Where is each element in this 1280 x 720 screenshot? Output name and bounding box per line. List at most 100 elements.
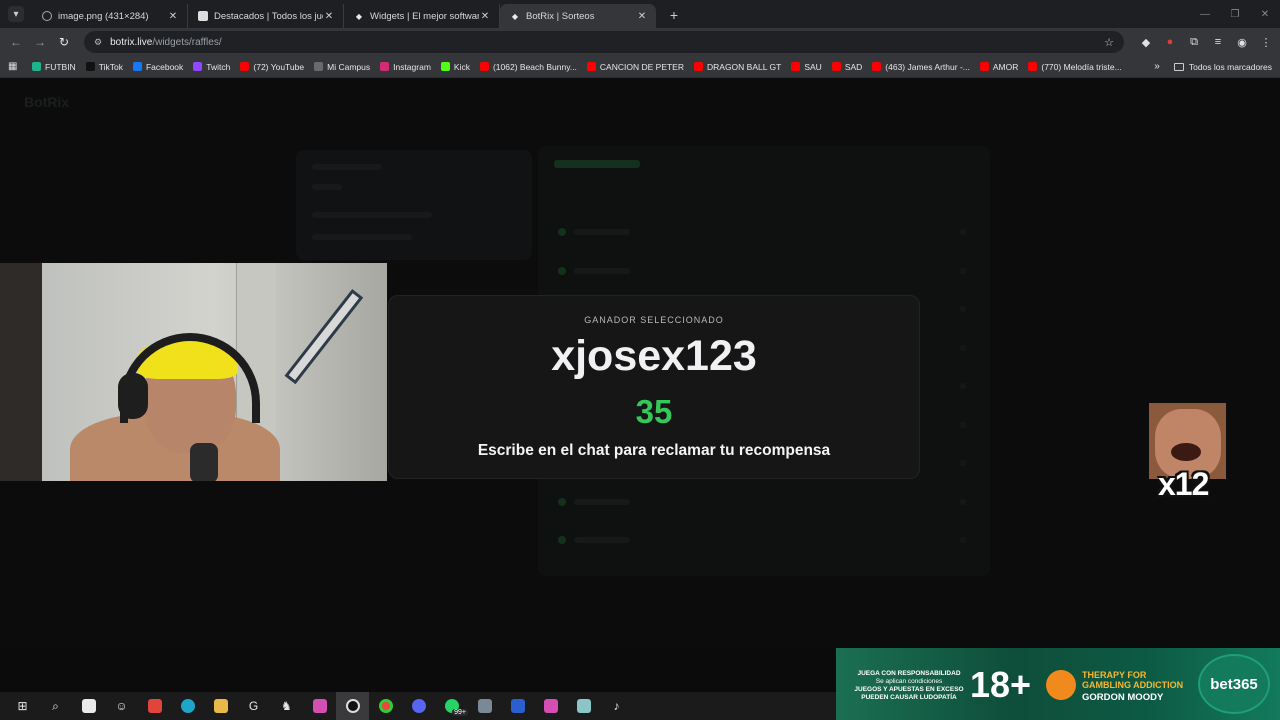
app-pink2-icon[interactable]: [534, 692, 567, 720]
tab-widgets[interactable]: ◆ Widgets | El mejor software pa ✕: [344, 4, 500, 28]
headphone-cup: [118, 373, 148, 419]
bookmark-item[interactable]: (1062) Beach Bunny...: [479, 62, 577, 72]
microphone: [190, 443, 218, 481]
app-red-icon[interactable]: [138, 692, 171, 720]
close-icon[interactable]: ✕: [479, 11, 491, 22]
bookmark-item[interactable]: Kick: [440, 61, 470, 72]
extension-red-icon[interactable]: ●: [1158, 36, 1182, 48]
tab-title: image.png (431×284): [58, 10, 149, 22]
emote-mouth: [1171, 443, 1201, 461]
bookmark-favicon-icon: [872, 62, 882, 71]
tab-title: Widgets | El mejor software pa: [370, 10, 479, 22]
minimize-icon[interactable]: —: [1190, 9, 1220, 20]
back-arrow-icon[interactable]: ←: [4, 35, 28, 49]
word-icon[interactable]: [501, 692, 534, 720]
tab-image-png[interactable]: image.png (431×284) ✕: [32, 4, 188, 28]
app-ghost-icon[interactable]: ♞: [270, 692, 303, 720]
participants-header: [554, 160, 640, 168]
reload-icon[interactable]: ↻: [52, 35, 76, 49]
window-controls: — ❐ ✕: [1190, 0, 1280, 28]
gordon-moody-logo-icon: [1046, 670, 1076, 700]
new-tab-button[interactable]: +: [664, 5, 684, 25]
restore-icon[interactable]: ❐: [1220, 9, 1250, 20]
close-icon[interactable]: ✕: [323, 11, 335, 22]
url-path: /widgets/raffles/: [152, 36, 222, 48]
placeholder-line: [312, 184, 342, 190]
webcam-shadow: [0, 263, 42, 481]
participant-name-placeholder: [574, 267, 630, 274]
site-info-icon[interactable]: ⚙: [94, 37, 102, 48]
menu-kebab-icon[interactable]: ⋮: [1254, 36, 1278, 49]
discord-icon[interactable]: [402, 692, 435, 720]
bookmark-item[interactable]: Instagram: [380, 62, 431, 72]
close-icon[interactable]: ✕: [167, 11, 179, 22]
media-control-icon[interactable]: ≡: [1206, 36, 1230, 48]
participant-row: [554, 530, 974, 550]
bookmark-item[interactable]: (72) YouTube: [240, 62, 304, 72]
winner-card: GANADOR SELECCIONADO xjosex123 35 Escrib…: [388, 295, 920, 479]
placeholder-line: [312, 234, 412, 240]
file-explorer-icon[interactable]: [204, 692, 237, 720]
remove-icon: [960, 421, 966, 428]
address-bar[interactable]: ⚙ botrix.live/widgets/raffles/ ☆: [84, 31, 1124, 53]
obs-icon[interactable]: [336, 692, 369, 720]
chrome-icon[interactable]: [369, 692, 402, 720]
bookmarks-overflow-button[interactable]: »: [1154, 61, 1160, 72]
participant-name-placeholder: [574, 229, 630, 235]
bookmark-favicon-icon: [1028, 62, 1038, 71]
all-bookmarks-button[interactable]: Todos los marcadores: [1173, 62, 1272, 72]
bookmark-item[interactable]: Twitch: [193, 62, 230, 72]
extensions-puzzle-icon[interactable]: ⧉: [1182, 36, 1206, 49]
edge-icon[interactable]: [171, 692, 204, 720]
bookmarks-list: FUTBIN TikTok Facebook Twitch (72) YouTube Mi…: [32, 62, 1132, 72]
placeholder-line: [312, 164, 382, 170]
g-hub-icon[interactable]: G: [237, 692, 270, 720]
bookmark-label: Mi Campus: [327, 61, 371, 72]
windows-start-icon[interactable]: ⊞: [6, 692, 39, 720]
calculator-icon[interactable]: [468, 692, 501, 720]
bookmark-label: Kick: [453, 61, 470, 72]
bookmark-item[interactable]: SAD: [831, 62, 862, 72]
store-icon[interactable]: [72, 692, 105, 720]
tab-botrix-sorteos[interactable]: ◆ BotRix | Sorteos ✕: [500, 4, 656, 28]
extension-diamond-icon[interactable]: ◆: [1134, 36, 1158, 49]
bookmark-label: FUTBIN: [45, 61, 76, 72]
bookmark-favicon-icon: [132, 62, 142, 71]
app-pink-icon[interactable]: [303, 692, 336, 720]
tab-title: Destacados | Todos los juegos |: [214, 10, 323, 22]
remove-icon: [960, 498, 966, 505]
remove-icon: [960, 383, 966, 389]
bookmark-item[interactable]: TikTok: [85, 62, 123, 72]
app-robot-icon[interactable]: ☺: [105, 692, 138, 720]
app-teal-icon[interactable]: [567, 692, 600, 720]
apps-grid-icon[interactable]: ▦: [8, 61, 20, 73]
tiktok-icon[interactable]: ♪: [600, 692, 633, 720]
bookmark-label: DRAGON BALL GT: [707, 61, 782, 72]
tab-destacados[interactable]: Destacados | Todos los juegos | ✕: [188, 4, 344, 28]
bookmark-item[interactable]: Facebook: [132, 62, 183, 72]
bookmark-item[interactable]: DRAGON BALL GT: [694, 62, 781, 72]
close-window-icon[interactable]: ✕: [1250, 9, 1280, 20]
bookmark-item[interactable]: CANCION DE PETER: [586, 62, 684, 72]
globe-icon: [42, 11, 52, 21]
bookmark-favicon-icon: [85, 62, 95, 71]
search-icon[interactable]: ⌕: [39, 692, 72, 720]
remove-icon: [960, 229, 966, 235]
bookmark-label: Instagram: [393, 61, 431, 72]
botrix-logo: BotRix: [24, 94, 70, 110]
bookmark-item[interactable]: AMOR: [979, 62, 1018, 72]
bookmark-item[interactable]: FUTBIN: [32, 62, 76, 72]
close-icon[interactable]: ✕: [636, 11, 648, 22]
winner-countdown: 35: [635, 393, 673, 430]
bookmark-item[interactable]: SAU: [791, 62, 822, 72]
tab-search-button[interactable]: ▾: [8, 6, 24, 22]
forward-arrow-icon[interactable]: →: [28, 35, 52, 49]
remove-icon: [960, 306, 966, 312]
bookmark-star-icon[interactable]: ☆: [1104, 36, 1114, 49]
profile-avatar-icon[interactable]: ◉: [1230, 36, 1254, 49]
bookmark-item[interactable]: (463) James Arthur -...: [872, 62, 970, 72]
responsible-gambling-text: JUEGA CON RESPONSABILIDAD Se aplican con…: [844, 670, 974, 702]
bookmark-item[interactable]: (770) Melodía triste...: [1028, 62, 1122, 72]
bookmark-item[interactable]: Mi Campus: [314, 62, 370, 72]
whatsapp-icon[interactable]: 99+: [435, 692, 468, 720]
